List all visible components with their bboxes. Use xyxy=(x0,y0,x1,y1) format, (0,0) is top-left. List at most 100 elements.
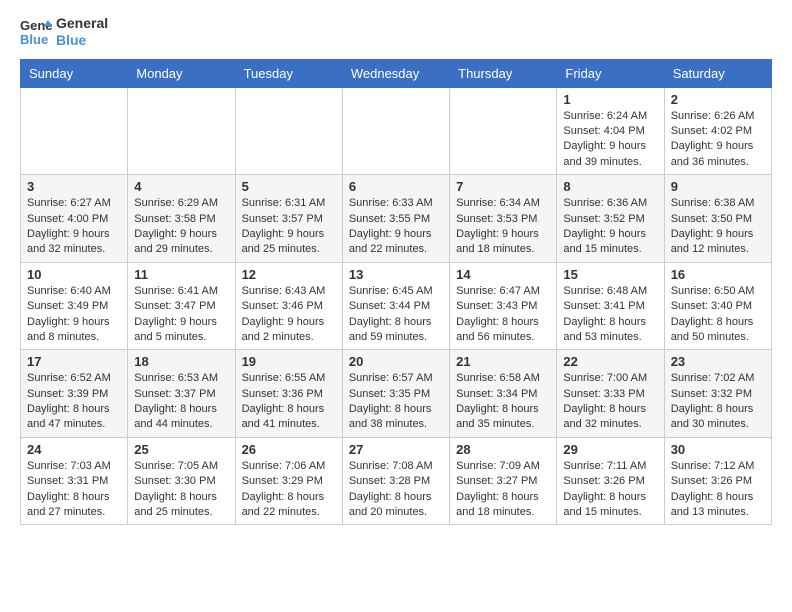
day-number: 24 xyxy=(27,442,121,457)
day-number: 30 xyxy=(671,442,765,457)
day-info: Sunrise: 6:41 AM Sunset: 3:47 PM Dayligh… xyxy=(134,284,228,346)
day-number: 20 xyxy=(349,354,443,369)
day-info: Sunrise: 6:36 AM Sunset: 3:52 PM Dayligh… xyxy=(563,196,657,258)
calendar-week: 10Sunrise: 6:40 AM Sunset: 3:49 PM Dayli… xyxy=(21,262,772,350)
day-info: Sunrise: 6:29 AM Sunset: 3:58 PM Dayligh… xyxy=(134,196,228,258)
calendar-week: 1Sunrise: 6:24 AM Sunset: 4:04 PM Daylig… xyxy=(21,87,772,175)
day-number: 9 xyxy=(671,179,765,194)
logo-icon: General Blue xyxy=(20,16,52,48)
calendar-day: 2Sunrise: 6:26 AM Sunset: 4:02 PM Daylig… xyxy=(664,87,771,175)
calendar-day: 22 Sunrise: 7:00 AM Sunset: 3:33 PM Dayli… xyxy=(557,350,664,438)
logo-blue: Blue xyxy=(56,32,108,49)
day-info: Sunrise: 6:34 AM Sunset: 3:53 PM Dayligh… xyxy=(456,196,550,258)
day-info: Sunrise: 6:52 AM Sunset: 3:39 PM Dayligh… xyxy=(27,371,121,433)
day-number: 27 xyxy=(349,442,443,457)
day-number: 28 xyxy=(456,442,550,457)
day-info: Sunrise: 6:57 AM Sunset: 3:35 PM Dayligh… xyxy=(349,371,443,433)
calendar-day: 8Sunrise: 6:36 AM Sunset: 3:52 PM Daylig… xyxy=(557,175,664,263)
weekday-header: Wednesday xyxy=(342,59,449,87)
day-info: Sunrise: 7:05 AM Sunset: 3:30 PM Dayligh… xyxy=(134,459,228,521)
day-number: 16 xyxy=(671,267,765,282)
calendar-day: 29 Sunrise: 7:11 AM Sunset: 3:26 PM Dayli… xyxy=(557,437,664,525)
day-info: Sunrise: 6:33 AM Sunset: 3:55 PM Dayligh… xyxy=(349,196,443,258)
day-info: Sunrise: 6:27 AM Sunset: 4:00 PM Dayligh… xyxy=(27,196,121,258)
calendar-week: 24 Sunrise: 7:03 AM Sunset: 3:31 PM Dayli… xyxy=(21,437,772,525)
calendar-day xyxy=(235,87,342,175)
day-info: Sunrise: 6:40 AM Sunset: 3:49 PM Dayligh… xyxy=(27,284,121,346)
day-number: 21 xyxy=(456,354,550,369)
day-info: Sunrise: 7:02 AM Sunset: 3:32 PM Dayligh… xyxy=(671,371,765,433)
calendar-week: 17 Sunrise: 6:52 AM Sunset: 3:39 PM Dayli… xyxy=(21,350,772,438)
day-info: Sunrise: 6:45 AM Sunset: 3:44 PM Dayligh… xyxy=(349,284,443,346)
day-number: 23 xyxy=(671,354,765,369)
day-number: 6 xyxy=(349,179,443,194)
day-number: 7 xyxy=(456,179,550,194)
calendar-day: 14 Sunrise: 6:47 AM Sunset: 3:43 PM Dayli… xyxy=(450,262,557,350)
day-number: 19 xyxy=(242,354,336,369)
day-info: Sunrise: 6:53 AM Sunset: 3:37 PM Dayligh… xyxy=(134,371,228,433)
day-info: Sunrise: 7:06 AM Sunset: 3:29 PM Dayligh… xyxy=(242,459,336,521)
calendar-day: 26 Sunrise: 7:06 AM Sunset: 3:29 PM Dayli… xyxy=(235,437,342,525)
calendar-day: 28 Sunrise: 7:09 AM Sunset: 3:27 PM Dayli… xyxy=(450,437,557,525)
calendar-day: 7 Sunrise: 6:34 AM Sunset: 3:53 PM Daylig… xyxy=(450,175,557,263)
calendar-day: 4 Sunrise: 6:29 AM Sunset: 3:58 PM Daylig… xyxy=(128,175,235,263)
day-number: 29 xyxy=(563,442,657,457)
day-number: 15 xyxy=(563,267,657,282)
day-number: 17 xyxy=(27,354,121,369)
calendar-day: 21 Sunrise: 6:58 AM Sunset: 3:34 PM Dayli… xyxy=(450,350,557,438)
day-info: Sunrise: 6:58 AM Sunset: 3:34 PM Dayligh… xyxy=(456,371,550,433)
calendar-day: 12 Sunrise: 6:43 AM Sunset: 3:46 PM Dayli… xyxy=(235,262,342,350)
day-info: Sunrise: 7:08 AM Sunset: 3:28 PM Dayligh… xyxy=(349,459,443,521)
calendar-week: 3 Sunrise: 6:27 AM Sunset: 4:00 PM Daylig… xyxy=(21,175,772,263)
calendar-day: 25 Sunrise: 7:05 AM Sunset: 3:30 PM Dayli… xyxy=(128,437,235,525)
day-info: Sunrise: 6:24 AM Sunset: 4:04 PM Dayligh… xyxy=(563,109,657,171)
day-info: Sunrise: 7:09 AM Sunset: 3:27 PM Dayligh… xyxy=(456,459,550,521)
day-number: 2 xyxy=(671,92,765,107)
weekday-header: Tuesday xyxy=(235,59,342,87)
weekday-header: Friday xyxy=(557,59,664,87)
logo: General Blue General Blue xyxy=(20,15,108,49)
weekday-header: Thursday xyxy=(450,59,557,87)
day-number: 3 xyxy=(27,179,121,194)
weekday-header: Monday xyxy=(128,59,235,87)
calendar-day: 1Sunrise: 6:24 AM Sunset: 4:04 PM Daylig… xyxy=(557,87,664,175)
day-info: Sunrise: 6:47 AM Sunset: 3:43 PM Dayligh… xyxy=(456,284,550,346)
day-info: Sunrise: 7:12 AM Sunset: 3:26 PM Dayligh… xyxy=(671,459,765,521)
calendar-day: 30 Sunrise: 7:12 AM Sunset: 3:26 PM Dayli… xyxy=(664,437,771,525)
day-info: Sunrise: 6:31 AM Sunset: 3:57 PM Dayligh… xyxy=(242,196,336,258)
calendar-day: 20 Sunrise: 6:57 AM Sunset: 3:35 PM Dayli… xyxy=(342,350,449,438)
calendar-day: 6 Sunrise: 6:33 AM Sunset: 3:55 PM Daylig… xyxy=(342,175,449,263)
calendar-header: SundayMondayTuesdayWednesdayThursdayFrid… xyxy=(21,59,772,87)
calendar-day: 5 Sunrise: 6:31 AM Sunset: 3:57 PM Daylig… xyxy=(235,175,342,263)
day-number: 4 xyxy=(134,179,228,194)
day-info: Sunrise: 7:00 AM Sunset: 3:33 PM Dayligh… xyxy=(563,371,657,433)
calendar-day xyxy=(21,87,128,175)
day-info: Sunrise: 7:03 AM Sunset: 3:31 PM Dayligh… xyxy=(27,459,121,521)
calendar-day xyxy=(128,87,235,175)
calendar-day: 27 Sunrise: 7:08 AM Sunset: 3:28 PM Dayli… xyxy=(342,437,449,525)
day-number: 12 xyxy=(242,267,336,282)
calendar-day: 23 Sunrise: 7:02 AM Sunset: 3:32 PM Dayli… xyxy=(664,350,771,438)
calendar-day xyxy=(342,87,449,175)
weekday-header: Sunday xyxy=(21,59,128,87)
day-number: 5 xyxy=(242,179,336,194)
day-info: Sunrise: 6:50 AM Sunset: 3:40 PM Dayligh… xyxy=(671,284,765,346)
day-number: 14 xyxy=(456,267,550,282)
day-number: 22 xyxy=(563,354,657,369)
calendar-day: 17 Sunrise: 6:52 AM Sunset: 3:39 PM Dayli… xyxy=(21,350,128,438)
calendar-day: 10Sunrise: 6:40 AM Sunset: 3:49 PM Dayli… xyxy=(21,262,128,350)
page-header: General Blue General Blue xyxy=(20,15,772,49)
day-info: Sunrise: 7:11 AM Sunset: 3:26 PM Dayligh… xyxy=(563,459,657,521)
calendar-day: 3 Sunrise: 6:27 AM Sunset: 4:00 PM Daylig… xyxy=(21,175,128,263)
day-number: 13 xyxy=(349,267,443,282)
calendar-day: 13 Sunrise: 6:45 AM Sunset: 3:44 PM Dayli… xyxy=(342,262,449,350)
calendar-day: 24 Sunrise: 7:03 AM Sunset: 3:31 PM Dayli… xyxy=(21,437,128,525)
calendar-day: 9Sunrise: 6:38 AM Sunset: 3:50 PM Daylig… xyxy=(664,175,771,263)
calendar-table: SundayMondayTuesdayWednesdayThursdayFrid… xyxy=(20,59,772,526)
day-number: 26 xyxy=(242,442,336,457)
day-info: Sunrise: 6:43 AM Sunset: 3:46 PM Dayligh… xyxy=(242,284,336,346)
calendar-day: 16 Sunrise: 6:50 AM Sunset: 3:40 PM Dayli… xyxy=(664,262,771,350)
day-number: 25 xyxy=(134,442,228,457)
calendar-day: 19Sunrise: 6:55 AM Sunset: 3:36 PM Dayli… xyxy=(235,350,342,438)
logo-general: General xyxy=(56,15,108,32)
